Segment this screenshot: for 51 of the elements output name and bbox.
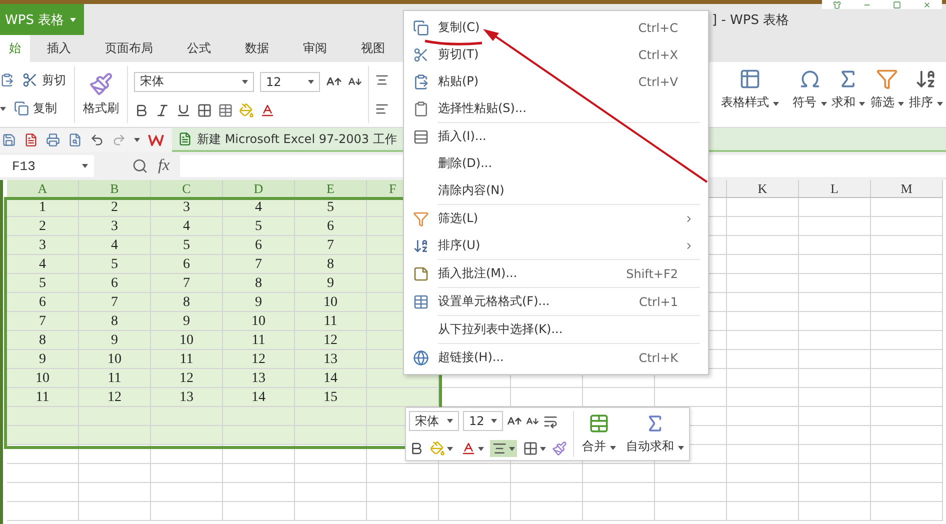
table-cell: 5 — [151, 236, 223, 255]
window-title: ] - WPS 表格 — [712, 12, 790, 28]
table-cell: 13 — [295, 350, 367, 369]
table-cell: 13 — [151, 388, 223, 407]
table-cell: 10 — [79, 350, 151, 369]
table-cell: 13 — [223, 369, 295, 388]
table-cell: 8 — [151, 293, 223, 312]
table-cell: 7 — [223, 255, 295, 274]
table-cell: 8 — [7, 331, 79, 350]
table-cell: 11 — [151, 350, 223, 369]
table-cell: 6 — [7, 293, 79, 312]
table-cell: 11 — [79, 369, 151, 388]
table-cell: 12 — [295, 331, 367, 350]
table-cell: 3 — [79, 217, 151, 236]
table-cell: 14 — [223, 388, 295, 407]
table-cell: 8 — [223, 274, 295, 293]
table-cell: 12 — [79, 388, 151, 407]
table-cell: 4 — [79, 236, 151, 255]
table-cell: 8 — [295, 255, 367, 274]
table-cell: 9 — [223, 293, 295, 312]
table-cell: 6 — [151, 255, 223, 274]
table-cell: 7 — [7, 312, 79, 331]
table-cell: 15 — [295, 388, 367, 407]
table-cell: 7 — [151, 274, 223, 293]
table-cell: 14 — [295, 369, 367, 388]
table-cell: 12 — [223, 350, 295, 369]
table-cell: 5 — [7, 274, 79, 293]
table-cell: 8 — [79, 312, 151, 331]
table-cell: 4 — [7, 255, 79, 274]
table-cell: 4 — [151, 217, 223, 236]
table-cell: 6 — [79, 274, 151, 293]
table-cell: 10 — [295, 293, 367, 312]
table-cell: 2 — [7, 217, 79, 236]
table-cell: 10 — [223, 312, 295, 331]
table-cell: 3 — [7, 236, 79, 255]
table-cell: 12 — [151, 369, 223, 388]
table-cell: 7 — [79, 293, 151, 312]
table-cell: 11 — [223, 331, 295, 350]
table-cell: 10 — [7, 369, 79, 388]
table-cell: 5 — [79, 255, 151, 274]
table-cell: 11 — [7, 388, 79, 407]
table-cell: 6 — [295, 217, 367, 236]
table-cell: 9 — [79, 331, 151, 350]
table-cell: 9 — [7, 350, 79, 369]
table-cell: 10 — [151, 331, 223, 350]
table-cell: 6 — [223, 236, 295, 255]
table-cell: 11 — [295, 312, 367, 331]
table-cell: 7 — [295, 236, 367, 255]
table-cell: 9 — [151, 312, 223, 331]
table-cell: 9 — [295, 274, 367, 293]
table-cell: 5 — [223, 217, 295, 236]
